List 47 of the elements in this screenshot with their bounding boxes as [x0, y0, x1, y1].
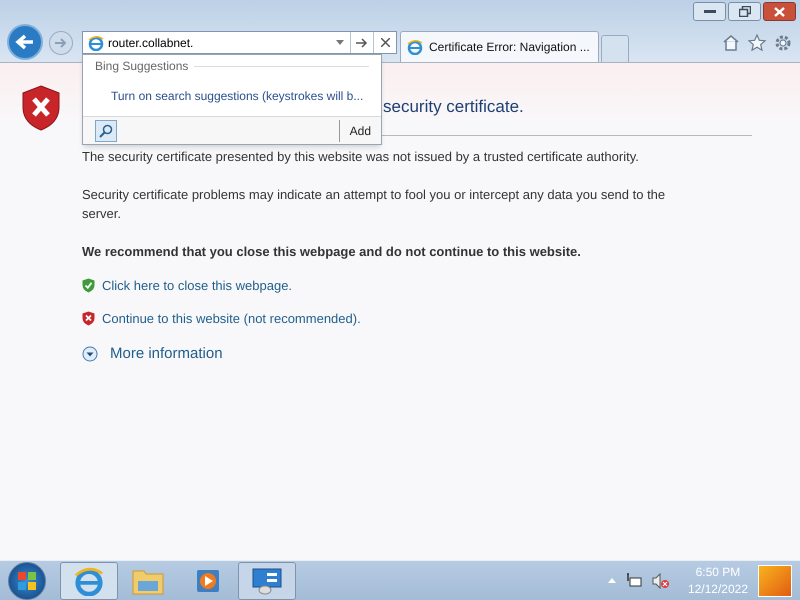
- restore-button[interactable]: [728, 2, 761, 21]
- minimize-button[interactable]: [693, 2, 726, 21]
- shield-error-icon: [22, 85, 60, 131]
- control-panel-taskbar-button[interactable]: [238, 562, 296, 600]
- star-icon[interactable]: [748, 34, 766, 51]
- search-provider-button[interactable]: [95, 120, 117, 142]
- restore-icon: [738, 6, 750, 17]
- browser-e-icon: [407, 39, 423, 55]
- close-icon: [380, 38, 390, 47]
- recommendation-text: We recommend that you close this webpage and do not continue to this website.: [82, 243, 582, 261]
- address-text: router.collabnet.: [108, 34, 194, 52]
- speaker-muted-icon[interactable]: [652, 572, 670, 588]
- shield-check-icon: [82, 278, 95, 293]
- clock-date: 12/12/2022: [688, 580, 748, 598]
- browser-tab[interactable]: Certificate Error: Navigation ...: [400, 31, 599, 62]
- paragraph: The security certificate presented by this website was not issued by a trusted certificate authority.: [82, 148, 640, 166]
- play-icon: [195, 568, 221, 594]
- arrow-right-icon: [54, 37, 68, 49]
- back-button[interactable]: [7, 24, 43, 60]
- clock-time: 6:50 PM: [696, 564, 740, 580]
- suggestions-header: Bing Suggestions: [95, 58, 188, 75]
- close-icon: [774, 6, 785, 16]
- browser-taskbar-button[interactable]: [60, 562, 118, 600]
- browser-e-icon: [88, 34, 104, 50]
- page-heading: security certificate.: [383, 96, 524, 118]
- browser-e-icon: [74, 566, 104, 596]
- flower-photo-placeholder[interactable]: [758, 564, 792, 596]
- control-panel-icon: [251, 566, 283, 594]
- expand-circle-icon[interactable]: [82, 346, 98, 362]
- dropdown-caret-icon[interactable]: [336, 40, 344, 45]
- add-button[interactable]: Add: [340, 122, 381, 140]
- arrow-left-icon: [15, 34, 35, 50]
- start-button[interactable]: [8, 562, 46, 600]
- address-bar[interactable]: router.collabnet.: [82, 31, 397, 54]
- link[interactable]: Continue to this website (not recommended).: [102, 309, 361, 328]
- settings-icon[interactable]: [774, 34, 792, 52]
- windows-logo-icon: [17, 570, 37, 590]
- link[interactable]: Click here to close this webpage.: [102, 276, 292, 295]
- arrow-right-icon: [356, 38, 368, 48]
- more-information-link[interactable]: More information: [110, 342, 223, 365]
- close-button[interactable]: [763, 2, 796, 21]
- paragraph: Security certificate problems may indicate an attempt to fool you or intercept any data you send to the server.: [82, 186, 666, 223]
- home-icon[interactable]: [722, 34, 740, 51]
- shield-error-icon: [82, 311, 95, 326]
- search-suggestions-link[interactable]: Turn on search suggestions (keystrokes will b...: [111, 87, 381, 105]
- network-icon[interactable]: [626, 572, 642, 588]
- search-icon: [99, 124, 113, 138]
